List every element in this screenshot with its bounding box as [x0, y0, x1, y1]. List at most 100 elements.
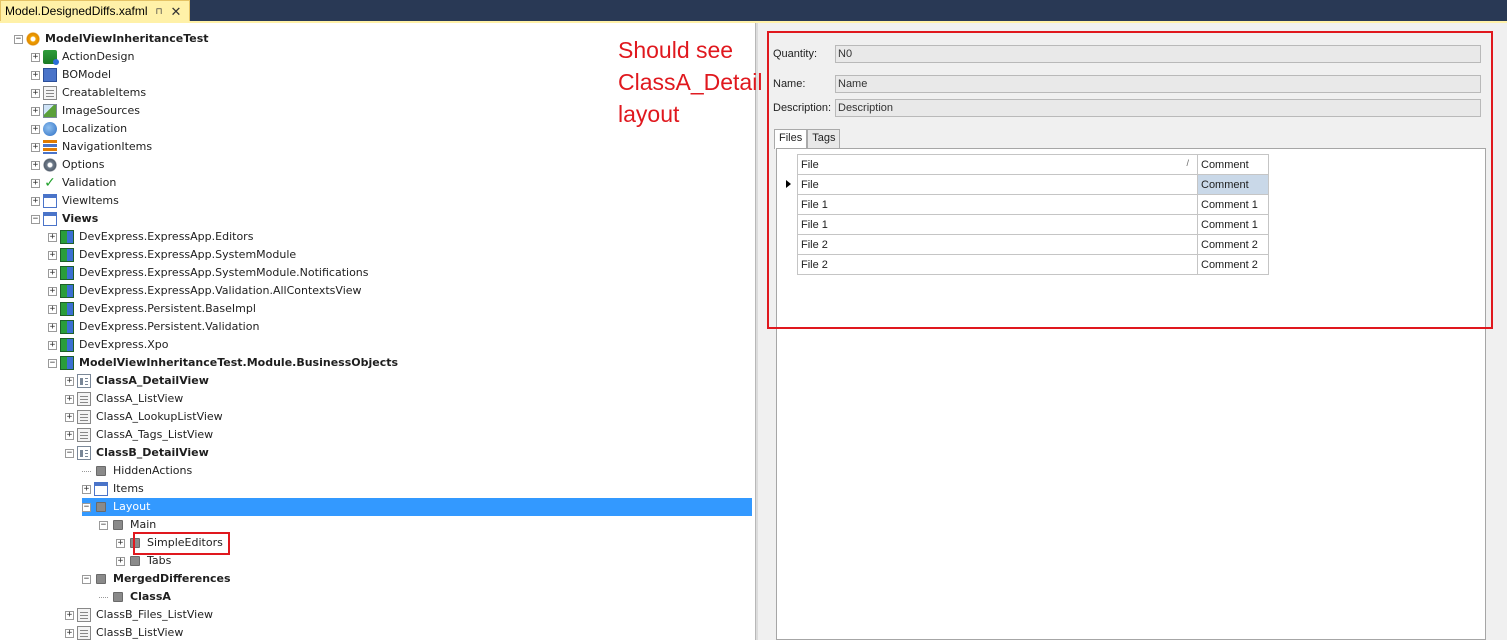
- tree-node-views[interactable]: − Views: [31, 210, 100, 228]
- tree-node-bomodel[interactable]: + BOModel: [31, 66, 113, 84]
- expand-icon[interactable]: +: [65, 394, 74, 404]
- check-icon: ✓: [44, 175, 56, 191]
- collapse-icon[interactable]: −: [99, 520, 108, 530]
- navigation-icon: [43, 140, 57, 154]
- expand-icon[interactable]: +: [116, 538, 125, 548]
- collapse-icon[interactable]: −: [65, 448, 74, 458]
- tree-node-m-notif[interactable]: + DevExpress.ExpressApp.SystemModule.Noti…: [48, 264, 371, 282]
- expand-icon[interactable]: +: [82, 484, 91, 494]
- tree-node-creatableitems[interactable]: + CreatableItems: [31, 84, 148, 102]
- tree-node-label: DevExpress.Persistent.Validation: [79, 320, 260, 333]
- tree-node-actiondesign[interactable]: + ActionDesign: [31, 48, 136, 66]
- tree-node-m-baseimpl[interactable]: + DevExpress.Persistent.BaseImpl: [48, 300, 258, 318]
- expand-icon[interactable]: +: [31, 196, 40, 206]
- expand-icon[interactable]: +: [31, 52, 40, 62]
- expand-icon[interactable]: +: [31, 70, 40, 80]
- module-icon: [60, 248, 74, 262]
- tree-node-label: Localization: [62, 122, 128, 135]
- collapse-icon[interactable]: −: [48, 358, 57, 368]
- simpleeditors-highlight-box: [133, 532, 230, 555]
- expand-icon[interactable]: +: [31, 88, 40, 98]
- node-icon: [113, 520, 123, 530]
- expand-icon[interactable]: +: [31, 124, 40, 134]
- tree-node-classa-lookup[interactable]: + ClassA_LookupListView: [65, 408, 225, 426]
- expand-icon[interactable]: +: [65, 376, 74, 386]
- close-icon[interactable]: ✕: [171, 5, 182, 18]
- tree-node-label: ModelViewInheritanceTest: [45, 32, 209, 45]
- tree-node-m-pvalid[interactable]: + DevExpress.Persistent.Validation: [48, 318, 261, 336]
- tree-node-label: ClassA_ListView: [96, 392, 184, 405]
- expand-icon[interactable]: +: [116, 556, 125, 566]
- tree-node-m-bo[interactable]: − ModelViewInheritanceTest.Module.Busines…: [48, 354, 400, 372]
- tree-node-m-xpo[interactable]: + DevExpress.Xpo: [48, 336, 170, 354]
- tree-node-m-editors[interactable]: + DevExpress.ExpressApp.Editors: [48, 228, 255, 246]
- tree-node-viewitems[interactable]: + ViewItems: [31, 192, 121, 210]
- tree-node-classa-list[interactable]: + ClassA_ListView: [65, 390, 185, 408]
- annotation-line: Should see: [618, 37, 734, 63]
- tree-node-classa-detail[interactable]: + ClassA_DetailView: [65, 372, 211, 390]
- expand-icon[interactable]: +: [48, 268, 57, 278]
- node-icon: [96, 502, 106, 512]
- document-tab-strip: Model.DesignedDiffs.xafml ⊓ ✕: [0, 0, 1507, 22]
- node-icon: [130, 556, 140, 566]
- tree-node-classa-tags[interactable]: + ClassA_Tags_ListView: [65, 426, 215, 444]
- expand-icon[interactable]: +: [48, 340, 57, 350]
- tree-node-mergeddiff[interactable]: − MergedDifferences: [82, 570, 233, 588]
- collapse-icon[interactable]: −: [82, 502, 91, 512]
- tree-node-label: DevExpress.Persistent.BaseImpl: [79, 302, 256, 315]
- annotation-line: ClassA_Detail: [618, 69, 763, 95]
- collapse-icon[interactable]: −: [82, 574, 91, 584]
- list-view-icon: [77, 410, 91, 424]
- expand-icon[interactable]: +: [48, 322, 57, 332]
- tree-node-classb-files[interactable]: + ClassB_Files_ListView: [65, 606, 215, 624]
- expand-icon[interactable]: +: [65, 628, 74, 638]
- tree-node-m-system[interactable]: + DevExpress.ExpressApp.SystemModule: [48, 246, 298, 264]
- collapse-icon[interactable]: −: [14, 34, 23, 44]
- expand-icon[interactable]: +: [48, 232, 57, 242]
- expand-icon[interactable]: +: [65, 610, 74, 620]
- module-icon: [60, 338, 74, 352]
- tree-node-navigationitems[interactable]: + NavigationItems: [31, 138, 154, 156]
- globe-icon: [43, 122, 57, 136]
- annotation-text: Should see ClassA_Detail layout: [618, 34, 768, 130]
- pin-icon[interactable]: ⊓: [156, 6, 163, 17]
- tree-node-validation[interactable]: + ✓ Validation: [31, 174, 118, 192]
- tree-node-label: ImageSources: [62, 104, 140, 117]
- expand-icon[interactable]: +: [31, 178, 40, 188]
- tree-node-hiddenactions[interactable]: HiddenActions: [82, 462, 194, 480]
- tree-node-label: CreatableItems: [62, 86, 147, 99]
- expand-icon[interactable]: +: [31, 142, 40, 152]
- tree-node-label: ClassA_DetailView: [96, 374, 209, 387]
- tree-connector: [82, 470, 91, 472]
- expand-icon[interactable]: +: [48, 304, 57, 314]
- expand-icon[interactable]: +: [48, 250, 57, 260]
- tree-node-imagesources[interactable]: + ImageSources: [31, 102, 142, 120]
- tree-node-classb-detail[interactable]: − ClassB_DetailView: [65, 444, 211, 462]
- tree-connector: [99, 596, 108, 598]
- expand-icon[interactable]: +: [65, 412, 74, 422]
- tree-node-items[interactable]: + Items: [82, 480, 146, 498]
- tree-node-classa[interactable]: ClassA: [99, 588, 173, 606]
- tree-node-layout[interactable]: − Layout: [82, 498, 752, 516]
- list-view-icon: [77, 608, 91, 622]
- expand-icon[interactable]: +: [31, 160, 40, 170]
- tree-node-label: NavigationItems: [62, 140, 153, 153]
- view-items-icon: [43, 194, 57, 208]
- gear-icon: [26, 32, 40, 46]
- expand-icon[interactable]: +: [31, 106, 40, 116]
- tree-node-localization[interactable]: + Localization: [31, 120, 129, 138]
- document-tab[interactable]: Model.DesignedDiffs.xafml ⊓ ✕: [0, 0, 190, 21]
- tree-node-options[interactable]: + Options: [31, 156, 106, 174]
- tree-node-label: Items: [113, 482, 144, 495]
- tree-node-m-valid[interactable]: + DevExpress.ExpressApp.Validation.AllCon…: [48, 282, 364, 300]
- tree-node-label: MergedDifferences: [113, 572, 231, 585]
- collapse-icon[interactable]: −: [31, 214, 40, 224]
- node-icon: [113, 592, 123, 602]
- expand-icon[interactable]: +: [65, 430, 74, 440]
- tree-node-label: DevExpress.ExpressApp.Editors: [79, 230, 254, 243]
- tree-node-label: Views: [62, 212, 99, 225]
- tree-node-root[interactable]: − ModelViewInheritanceTest: [14, 30, 211, 48]
- expand-icon[interactable]: +: [48, 286, 57, 296]
- detail-view-icon: [77, 446, 91, 460]
- tree-node-classb-list[interactable]: + ClassB_ListView: [65, 624, 185, 640]
